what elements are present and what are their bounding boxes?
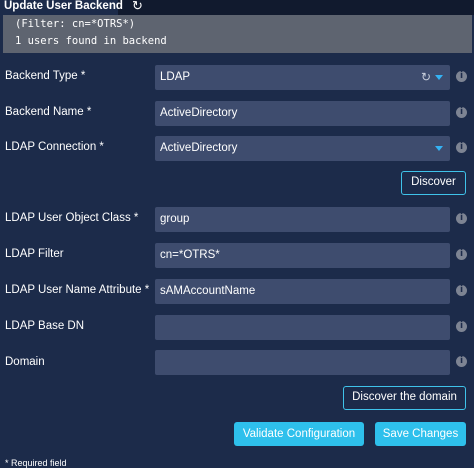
info-icon[interactable]: i	[456, 249, 467, 260]
info-icon[interactable]: i	[456, 107, 467, 118]
info-icon[interactable]: i	[456, 356, 467, 367]
output-console: (Filter: cn=*OTRS*) 1 users found in back…	[3, 15, 472, 53]
ldap-filter-input[interactable]: cn=*OTRS*	[155, 243, 450, 268]
backend-name-label: Backend Name *	[5, 106, 92, 118]
backend-name-input[interactable]: ActiveDirectory	[155, 101, 450, 126]
info-icon[interactable]: i	[456, 285, 467, 296]
chevron-down-icon[interactable]	[435, 75, 443, 80]
backend-type-value: LDAP	[160, 71, 191, 83]
username-attr-input[interactable]: sAMAccountName	[155, 279, 450, 304]
refresh-icon[interactable]: ↻	[132, 0, 148, 13]
backend-type-label: Backend Type *	[5, 70, 86, 82]
object-class-value: group	[160, 213, 190, 225]
chevron-down-icon[interactable]	[435, 146, 443, 151]
ldap-filter-label: LDAP Filter	[5, 248, 64, 260]
info-icon[interactable]: i	[456, 321, 467, 332]
ldap-connection-label: LDAP Connection *	[5, 141, 104, 153]
backend-name-value: ActiveDirectory	[160, 107, 238, 119]
ldap-filter-value: cn=*OTRS*	[160, 249, 220, 261]
username-attr-value: sAMAccountName	[160, 285, 256, 297]
username-attr-label: LDAP User Name Attribute *	[5, 284, 150, 296]
base-dn-input[interactable]	[155, 315, 450, 340]
discover-domain-button[interactable]: Discover the domain	[343, 386, 466, 410]
console-line: (Filter: cn=*OTRS*)	[15, 18, 136, 30]
ldap-connection-select[interactable]: ActiveDirectory	[155, 136, 450, 161]
info-icon[interactable]: i	[456, 71, 467, 82]
ldap-connection-value: ActiveDirectory	[160, 142, 238, 154]
backend-type-select[interactable]: LDAP ↻	[155, 65, 450, 90]
base-dn-label: LDAP Base DN	[5, 320, 85, 332]
validate-configuration-button[interactable]: Validate Configuration	[234, 422, 364, 446]
object-class-input[interactable]: group	[155, 207, 450, 232]
domain-input[interactable]	[155, 350, 450, 375]
reload-icon[interactable]: ↻	[421, 65, 431, 90]
info-icon[interactable]: i	[456, 213, 467, 224]
save-changes-button[interactable]: Save Changes	[375, 422, 466, 446]
object-class-label: LDAP User Object Class *	[5, 212, 139, 224]
tab-update-user-backend[interactable]: Update User Backend	[0, 0, 123, 15]
discover-button[interactable]: Discover	[401, 171, 466, 195]
info-icon[interactable]: i	[456, 142, 467, 153]
domain-label: Domain	[5, 356, 45, 368]
console-line: 1 users found in backend	[15, 35, 167, 47]
tab-bar: Update User Backend ↻	[0, 0, 474, 15]
